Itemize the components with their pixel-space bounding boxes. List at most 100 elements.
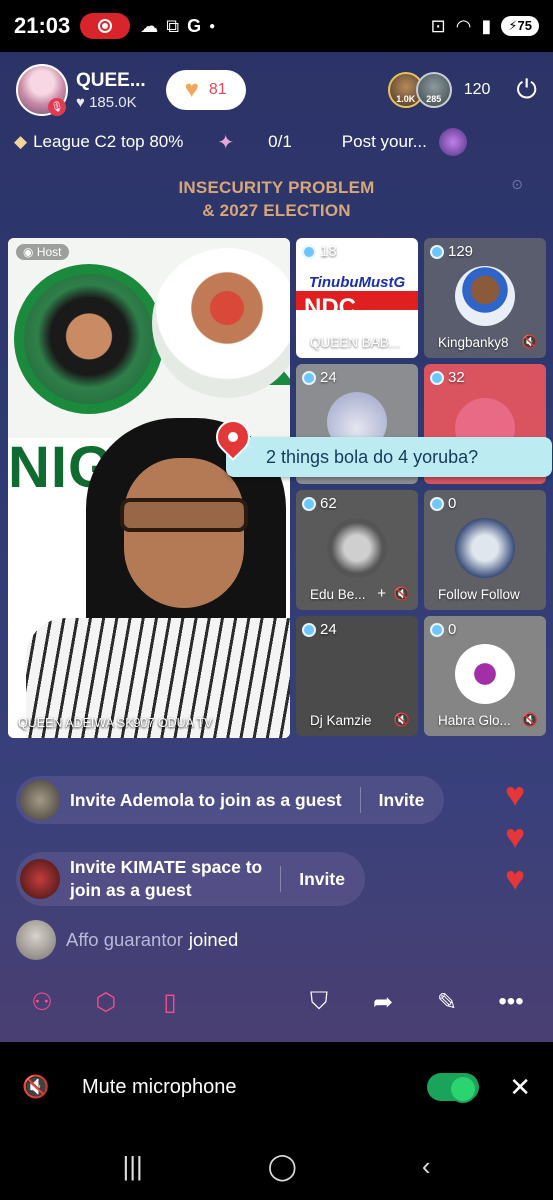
heart-icon: ♥ [505,818,526,856]
eye-icon [430,244,444,259]
guest-name: Kingbanky8 [438,335,509,350]
post-icon[interactable] [438,128,467,156]
heart-icon: ♥ [184,76,199,103]
book-icon[interactable]: ▯ [150,982,190,1022]
guest-name: Edu Be... [310,587,366,602]
host-name: QUEE... [76,69,146,91]
guest-count: 0 [430,621,456,638]
more-icon[interactable]: ••• [491,982,531,1022]
mic-off-icon: 🔇 [22,1074,50,1099]
g-icon: G [187,15,202,36]
cast-icon: ⊡ [430,15,446,36]
question-sticker[interactable]: 2 things bola do 4 yoruba? [226,437,552,477]
mute-label: Mute microphone [82,1075,237,1098]
mic-icon: 🎙 [48,98,66,116]
mic-off-icon: 🔇 [393,712,410,727]
invite-message: Invite Ademola to join as a guest [70,789,342,810]
likes-button[interactable]: ♥ 81 [165,70,246,110]
host-caption: QUEEN ADEIWA SK907 ODUA TV [18,716,213,730]
likes-count: 81 [208,81,227,98]
league-label[interactable]: League C2 top 80% [33,132,183,152]
guests-icon[interactable]: ⚇ [22,982,62,1022]
cube-icon[interactable]: ⬡ [86,982,126,1022]
viewer-count[interactable]: 120 [464,81,491,99]
invite-button[interactable]: Invite [379,790,425,811]
share-icon[interactable]: ➦ [363,982,403,1022]
guest-count: 129 [430,243,473,260]
heart-icon: ♥ [505,776,526,814]
mute-toggle[interactable] [427,1073,480,1103]
power-icon[interactable]: ⏻ [516,74,537,106]
guest-avatar [455,644,515,704]
guest-count: 62 [302,495,337,512]
clock: 21:03 [14,13,71,38]
viewer-avatars[interactable]: 1.0K 285 120 [387,72,517,108]
battery-icon: ⚡75 [501,16,539,36]
invite-button[interactable]: Invite [299,869,345,890]
guest-count: 18 [302,243,337,260]
screen-icon: ⧉ [166,15,180,36]
post-label[interactable]: Post your... [342,132,427,152]
guest-name: Follow Follow [438,587,520,602]
recents-icon[interactable]: ||| [122,1151,142,1182]
eye-icon [430,496,444,511]
signal-icon: ▮ [481,15,492,36]
diamond-icon: ◆ [14,132,28,151]
guest-tile[interactable]: 129 Kingbanky8 🔇 [424,238,546,358]
guest-tile[interactable]: 24 Dj Kamzie 🔇 [296,616,418,736]
close-icon[interactable]: ✕ [509,1072,531,1103]
eye-icon [302,496,316,511]
eye-icon [430,622,444,637]
eye-icon [430,370,444,385]
user-avatar[interactable] [16,920,56,960]
home-icon[interactable]: ◯ [268,1151,297,1182]
shopping-bag-icon[interactable]: ⛉ [299,982,339,1022]
divider [280,866,282,892]
eye-icon [302,622,316,637]
guest-count: 32 [430,369,465,386]
guest-avatar [327,518,387,578]
wifi-icon: ◠ [455,15,472,36]
host-avatar[interactable]: 🎙 [16,64,68,116]
magic-wand-icon[interactable]: ✎ [427,982,467,1022]
host-header: 🎙 QUEE... ♥ 185.0K ♥ 81 1.0K 285 120 ⏻ [16,62,537,118]
guest-count: 24 [302,621,337,638]
host-followers: ♥ 185.0K [76,93,137,111]
invite-guest-row: Invite Ademola to join as a guest Invite [16,776,445,824]
eye-icon [302,244,316,259]
floating-hearts: ♥ ♥ ♥ [505,774,545,900]
cloud-icon: ☁ [140,15,159,36]
top-viewer-avatar[interactable]: 285 [415,72,452,108]
invite-guest-row: Invite KIMATE space to join as a guest I… [16,852,365,906]
record-icon[interactable] [80,13,131,39]
guest-avatar [455,266,515,326]
guest-name: Dj Kamzie [310,713,372,728]
guest-tile[interactable]: 0 Habra Glo... 🔇 [424,616,546,736]
mic-off-icon: 🔇 [521,712,538,727]
joined-user-name[interactable]: Affo guarantor [66,929,183,951]
eye-icon [302,370,316,385]
live-room: 🎙 QUEE... ♥ 185.0K ♥ 81 1.0K 285 120 ⏻ ◆… [0,52,553,1042]
guest-name: Habra Glo... [438,713,511,728]
host-info[interactable]: QUEE... ♥ 185.0K [76,70,146,111]
status-bar: 21:03 ☁ ⧉ G ● ⊡ ◠ ▮ ⚡75 [0,0,553,52]
room-title: INSECURITY PROBLEM & 2027 ELECTION [178,178,375,220]
mic-off-icon: 🔇 [521,334,538,349]
camera-icon[interactable]: ⊙ [511,176,523,193]
user-avatar[interactable] [20,780,60,820]
add-icon[interactable]: + [377,585,386,602]
gift-icon[interactable]: ✦ [217,130,234,155]
poster-portrait-left [14,264,164,414]
back-icon[interactable]: ‹ [422,1151,431,1182]
goal-fraction[interactable]: 0/1 [268,132,292,152]
joined-message: Affo guarantor joined [16,920,238,960]
league-bar: ◆ League C2 top 80% ✦ 0/1 Post your... [14,124,539,160]
guest-tile[interactable]: TinubuMustG NDC 18 QUEEN BAB... [296,238,418,358]
host-video-tile[interactable]: K NIG ◉ Host QUEEN ADEIWA SK907 ODUA TV [8,238,290,738]
guest-tile[interactable]: 62 Edu Be... + 🔇 [296,490,418,610]
user-avatar[interactable] [20,859,60,899]
live-toolbar: ⚇ ⬡ ▯ ⛉ ➦ ✎ ••• [0,974,553,1030]
guest-count: 24 [302,369,337,386]
guest-name: QUEEN BAB... [310,335,401,350]
guest-tile[interactable]: 0 Follow Follow [424,490,546,610]
